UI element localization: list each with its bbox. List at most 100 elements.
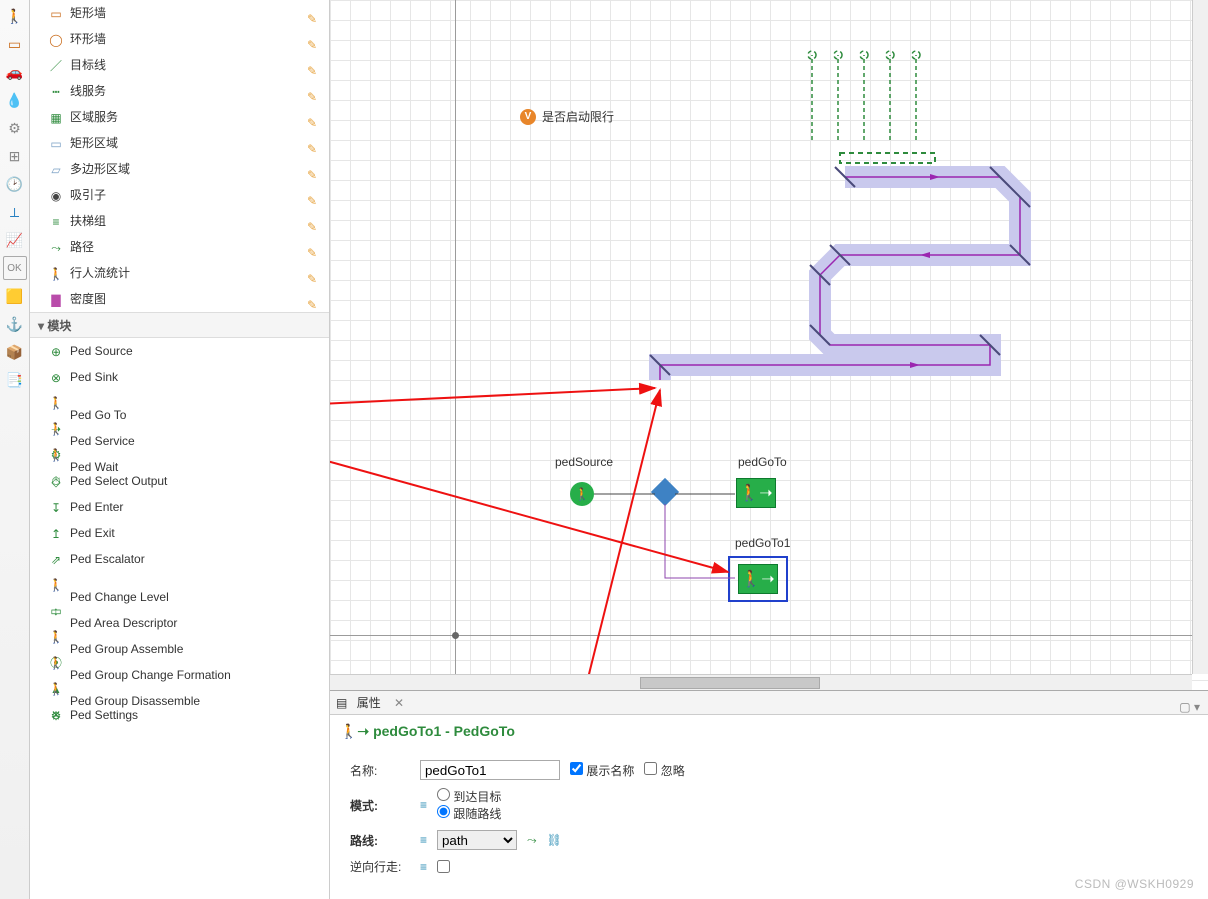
show-name-checkbox[interactable]: 展示名称: [570, 762, 634, 779]
route-select[interactable]: path: [437, 830, 517, 850]
pencil-icon[interactable]: ✎: [307, 188, 321, 202]
pencil-icon[interactable]: ✎: [307, 136, 321, 150]
palette-item[interactable]: ≡扶梯组✎: [30, 208, 329, 234]
tab-properties[interactable]: 属性: [351, 691, 387, 715]
param-link-icon[interactable]: ≡: [420, 860, 427, 874]
palette-item[interactable]: ◉吸引子✎: [30, 182, 329, 208]
tool-icon[interactable]: 💧: [3, 88, 27, 112]
close-icon[interactable]: ✕: [394, 696, 404, 710]
palette-section-modules[interactable]: 模块: [30, 312, 329, 338]
palette-item-icon: ／: [48, 53, 64, 79]
palette-item-icon: ▦: [48, 105, 64, 131]
palette-item[interactable]: ▇密度图✎: [30, 286, 329, 312]
properties-panel: ▤ 属性 ✕ ▢ ▾ 🚶➝ pedGoTo1 - PedGoTo 名称: 展示名…: [330, 690, 1208, 899]
palette-item[interactable]: ▱ 多边形区域 ✎: [30, 156, 329, 182]
palette-module[interactable]: ↥Ped Exit: [30, 520, 329, 546]
pencil-icon[interactable]: ✎: [307, 266, 321, 280]
pencil-icon[interactable]: ✎: [307, 58, 321, 72]
spawn-area-icon: [800, 45, 950, 165]
palette-module[interactable]: 🚶↕Ped Change Level: [30, 572, 329, 598]
panel-icon: ▤: [336, 696, 347, 710]
palette-item[interactable]: ▭矩形区域✎: [30, 130, 329, 156]
palette-item-icon: ▭: [48, 131, 64, 157]
pedgoto-label: pedGoTo: [738, 455, 787, 469]
palette-module[interactable]: ▭🚶Ped Area Descriptor: [30, 598, 329, 624]
palette-module[interactable]: ⇗Ped Escalator: [30, 546, 329, 572]
pencil-icon[interactable]: ✎: [307, 110, 321, 124]
pedsource-node[interactable]: 🚶: [570, 482, 594, 506]
tool-icon[interactable]: ⚙: [3, 116, 27, 140]
tool-icon[interactable]: ▭: [3, 32, 27, 56]
tool-icon[interactable]: 📈: [3, 228, 27, 252]
mode-radio-target[interactable]: 到达目标: [437, 790, 501, 804]
palette-item-label: 密度图: [70, 292, 106, 306]
pedgoto1-node[interactable]: 🚶➝: [738, 564, 778, 594]
pencil-icon[interactable]: ✎: [307, 214, 321, 228]
palette-module[interactable]: 🚶✕Ped Group Disassemble: [30, 676, 329, 702]
pencil-icon[interactable]: ✎: [307, 84, 321, 98]
palette-module[interactable]: ↧Ped Enter: [30, 494, 329, 520]
palette-module[interactable]: 🚶⏱Ped Wait: [30, 442, 329, 468]
tool-icon[interactable]: OK: [3, 256, 27, 280]
tool-icon[interactable]: 🕑: [3, 172, 27, 196]
module-icon: ↧: [48, 495, 64, 521]
pencil-icon[interactable]: ✎: [307, 292, 321, 306]
palette-module[interactable]: ◇Ped Select Output: [30, 468, 329, 494]
palette-module[interactable]: 🚶⚙Ped Service: [30, 416, 329, 442]
goto-icon[interactable]: ⤳: [527, 833, 537, 848]
param-link-icon[interactable]: ≡: [420, 833, 427, 847]
palette-item-icon: 🚶: [48, 261, 64, 287]
panel-actions[interactable]: ▢ ▾: [1179, 695, 1200, 719]
pencil-icon[interactable]: ✎: [307, 162, 321, 176]
palette-item[interactable]: ◯环形墙✎: [30, 26, 329, 52]
palette-item-icon: ▱: [48, 157, 64, 183]
palette-item[interactable]: ⤳路径✎: [30, 234, 329, 260]
pencil-icon[interactable]: ✎: [307, 32, 321, 46]
palette-item-icon: ▭: [48, 1, 64, 27]
pencil-icon[interactable]: ✎: [307, 6, 321, 20]
palette-item-icon: ┅: [48, 79, 64, 105]
palette-item[interactable]: ▦ 区域服务 ✎: [30, 104, 329, 130]
left-toolbar: 🚶 ▭ 🚗 💧 ⚙ ⊞ 🕑 ⟂ 📈 OK 🟨 ⚓ 📦 📑: [0, 0, 30, 899]
tool-icon[interactable]: ⚓: [3, 312, 27, 336]
tool-icon[interactable]: 🚶: [3, 4, 27, 28]
palette-module[interactable]: 🚶➝Ped Go To: [30, 390, 329, 416]
properties-title: 🚶➝ pedGoTo1 - PedGoTo: [330, 715, 1208, 748]
mode-radio-route[interactable]: 跟随路线: [437, 807, 501, 821]
palette-item-label: 线服务: [70, 84, 106, 98]
reverse-label: 逆向行走:: [350, 858, 410, 875]
name-label: 名称:: [350, 762, 410, 779]
tool-icon[interactable]: 🟨: [3, 284, 27, 308]
palette-item-icon: ⤳: [48, 235, 64, 261]
palette-item[interactable]: ┅ 线服务 ✎: [30, 78, 329, 104]
canvas-scrollbar-h[interactable]: [330, 674, 1192, 690]
pencil-icon[interactable]: ✎: [307, 240, 321, 254]
tool-icon[interactable]: 📑: [3, 368, 27, 392]
pedgoto1-label: pedGoTo1: [735, 536, 790, 550]
palette-item[interactable]: ／目标线✎: [30, 52, 329, 78]
palette-module[interactable]: ⊗Ped Sink: [30, 364, 329, 390]
name-field[interactable]: [420, 760, 560, 780]
palette-module[interactable]: ⊕Ped Source: [30, 338, 329, 364]
palette-item[interactable]: ▭矩形墙✎: [30, 0, 329, 26]
palette-module[interactable]: 🚶▲Ped Group Change Formation: [30, 650, 329, 676]
ignore-checkbox[interactable]: 忽略: [644, 762, 684, 779]
palette-item-label: 区域服务: [70, 110, 118, 124]
tool-icon[interactable]: 🚗: [3, 60, 27, 84]
link-icon[interactable]: ⛓: [547, 833, 562, 847]
param-link-icon[interactable]: ≡: [420, 798, 427, 812]
palette-module[interactable]: ⚙Ped Settings: [30, 702, 329, 728]
tool-icon[interactable]: 📦: [3, 340, 27, 364]
select-output-node[interactable]: [651, 478, 679, 506]
tool-icon[interactable]: ⟂: [3, 200, 27, 224]
pedgoto-node[interactable]: 🚶➝: [736, 478, 776, 508]
palette-item-label: 多边形区域: [70, 162, 130, 176]
palette-panel: ▭矩形墙✎◯环形墙✎／目标线✎┅线服务✎▦区域服务✎▭矩形区域✎▱多边形区域✎◉…: [30, 0, 330, 899]
reverse-checkbox[interactable]: [437, 860, 450, 873]
canvas[interactable]: V 是否启动限行 pedS: [330, 0, 1208, 690]
palette-module[interactable]: 🚶⦿Ped Group Assemble: [30, 624, 329, 650]
module-icon: ⚙: [48, 703, 64, 729]
palette-item[interactable]: 🚶行人流统计✎: [30, 260, 329, 286]
tool-icon[interactable]: ⊞: [3, 144, 27, 168]
canvas-scrollbar-v[interactable]: [1192, 0, 1208, 674]
